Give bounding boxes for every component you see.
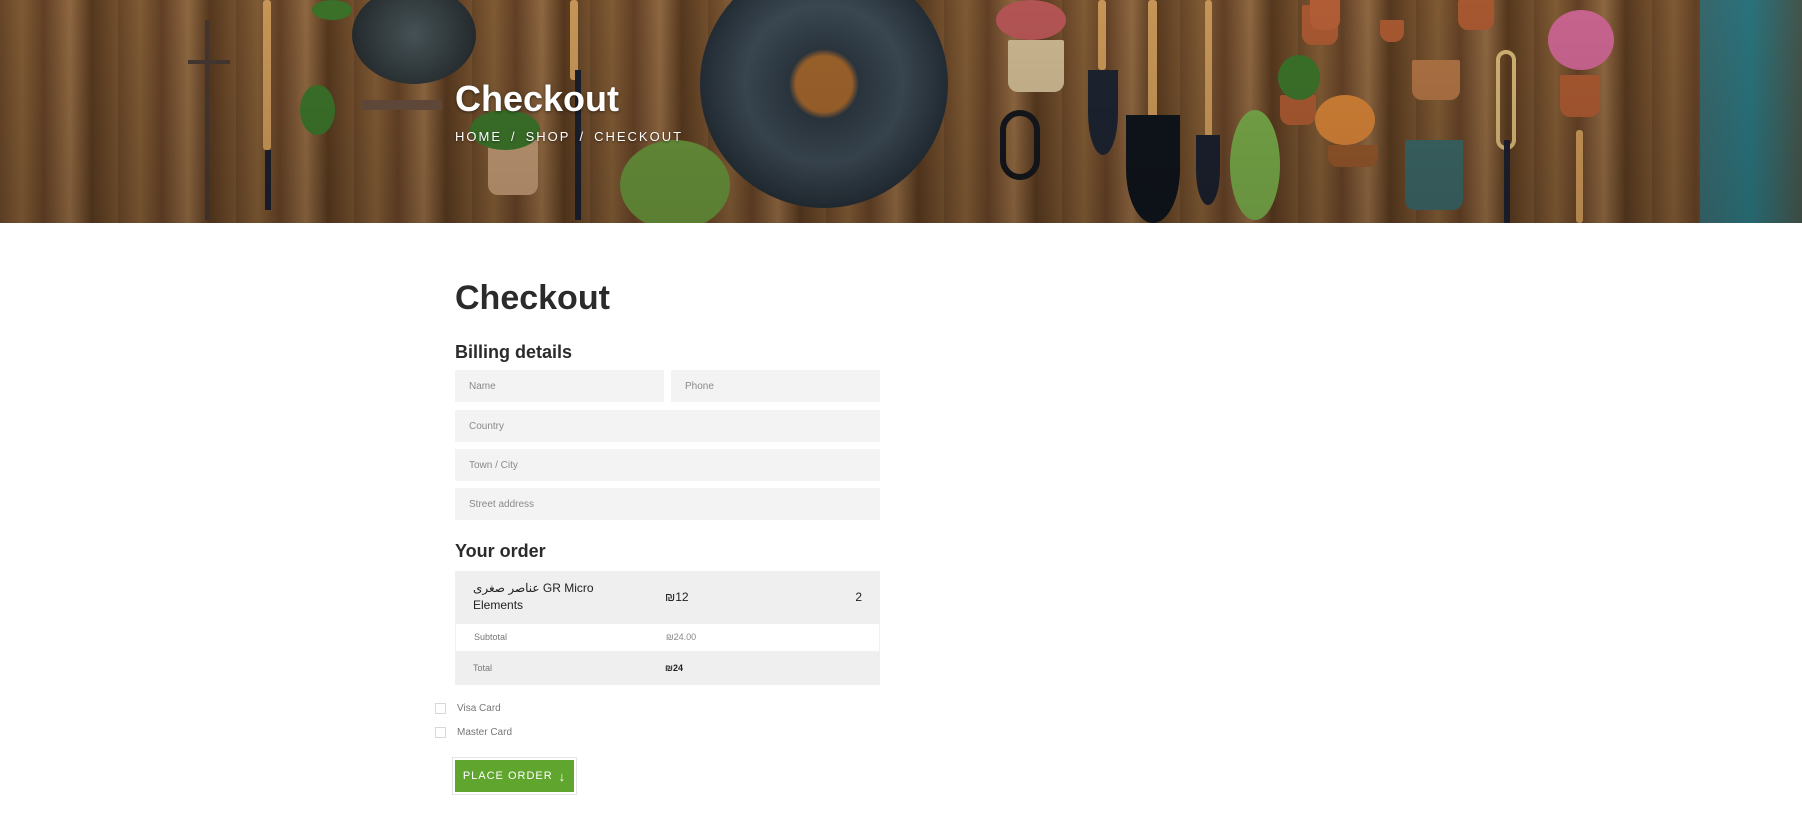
payment-option-mastercard[interactable]: Master Card (435, 727, 512, 738)
billing-details-heading: Billing details (455, 342, 573, 362)
place-order-button[interactable]: PLACE ORDER ↓ (455, 760, 574, 792)
phone-field[interactable] (671, 370, 880, 402)
visa-checkbox[interactable] (435, 703, 446, 714)
breadcrumb-separator: / (579, 129, 586, 144)
total-value: ₪24 (665, 663, 683, 673)
name-field[interactable] (455, 370, 664, 402)
country-field[interactable] (455, 410, 880, 442)
total-label: Total (473, 663, 493, 673)
breadcrumb-current: CHECKOUT (594, 129, 684, 144)
town-city-field[interactable] (455, 449, 880, 481)
mastercard-label: Master Card (457, 727, 513, 738)
subtotal-value: ₪24.00 (666, 632, 697, 642)
payment-option-visa[interactable]: Visa Card (435, 703, 501, 714)
breadcrumb: HOME / SHOP / CHECKOUT (455, 129, 683, 144)
subtotal-label: Subtotal (474, 632, 508, 642)
order-summary-table: عناصر صغرى GR Micro Elements ₪12 2 Subto… (455, 571, 880, 685)
your-order-heading: Your order (455, 541, 546, 561)
order-product-row: عناصر صغرى GR Micro Elements ₪12 2 (455, 571, 880, 623)
visa-label: Visa Card (457, 703, 501, 714)
mastercard-checkbox[interactable] (435, 727, 446, 738)
street-address-field[interactable] (455, 488, 880, 520)
product-name: عناصر صغرى GR Micro Elements (473, 581, 594, 612)
product-price: ₪12 (665, 590, 689, 604)
breadcrumb-home-link[interactable]: HOME (455, 129, 502, 144)
breadcrumb-shop-link[interactable]: SHOP (526, 129, 571, 144)
down-arrow-icon: ↓ (558, 768, 567, 784)
order-total-row: Total ₪24 (455, 652, 880, 685)
breadcrumb-separator: / (511, 129, 517, 144)
hero-overlay (0, 0, 1802, 223)
product-quantity: 2 (855, 590, 862, 604)
place-order-label: PLACE ORDER (462, 770, 553, 782)
hero-banner: Checkout HOME / SHOP / CHECKOUT (0, 0, 1802, 223)
hero-title: Checkout (455, 78, 620, 119)
page-title: Checkout (455, 279, 610, 317)
order-subtotal-row: Subtotal ₪24.00 (455, 623, 880, 652)
